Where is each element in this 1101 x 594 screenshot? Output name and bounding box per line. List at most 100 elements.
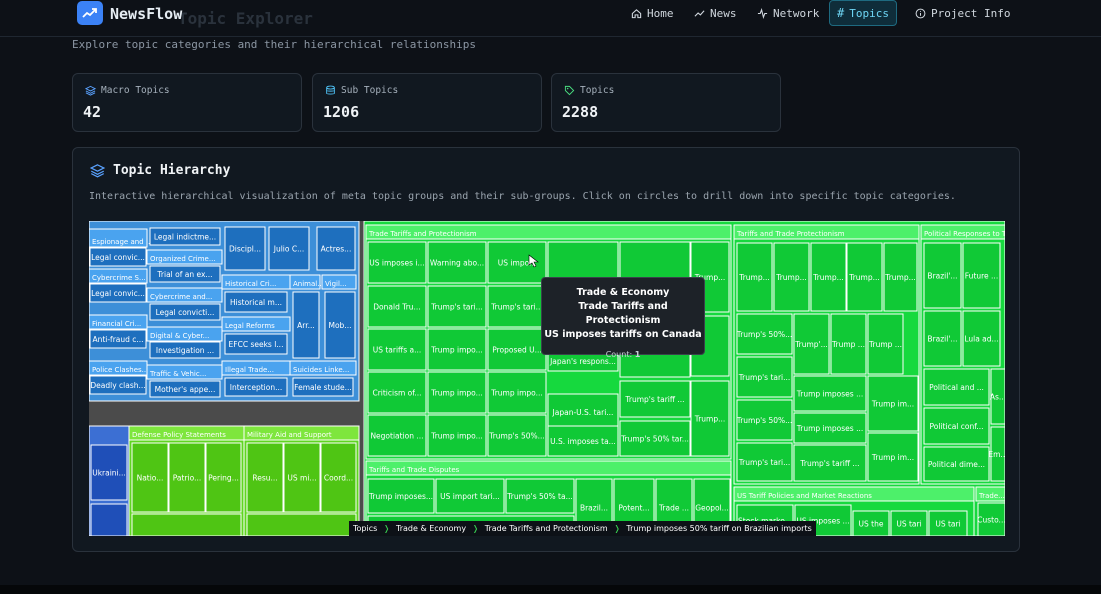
treemap-cell-label: Trump imposes... <box>368 492 433 501</box>
stat-value: 1206 <box>323 103 360 121</box>
treemap-cell-label: Trump impo... <box>430 346 483 355</box>
treemap-group-label: Military Aid and Support <box>247 431 332 439</box>
treemap-cell-label: US import tari... <box>440 492 500 501</box>
top-nav: Topic Explorer NewsFlow Home News Networ… <box>0 0 1101 37</box>
treemap-cell-label: US imposes i... <box>369 259 424 268</box>
treemap-cell-label: Trump... <box>694 415 726 424</box>
treemap-cell-label: Trump ... <box>868 340 902 349</box>
treemap-cell-label: Trump... <box>884 273 916 282</box>
treemap-group-label: Suicides Linke... <box>293 366 349 374</box>
treemap-cell-label: Trump's 50%... <box>736 330 793 339</box>
treemap-cell-label: Political dime... <box>928 460 985 469</box>
treemap-cell-label: Proposed U... <box>492 346 542 355</box>
tooltip-line2: Trade Tariffs and Protectionism <box>578 301 668 326</box>
treemap-group-label: Historical Cri... <box>225 280 276 288</box>
treemap-cell-label: Trial of an ex... <box>156 270 212 279</box>
treemap-group-label: Espionage and ... <box>92 238 153 246</box>
treemap-svg[interactable]: Espionage and ... Legal convic... Cybercri… <box>89 221 1005 536</box>
treemap-group-label: Tariffs and Trade Protectionism <box>736 230 845 238</box>
stat-label: Topics <box>580 85 615 96</box>
treemap-cell[interactable] <box>131 513 242 536</box>
treemap-cell-label: Potent... <box>618 504 649 513</box>
nav-topics[interactable]: # Topics <box>829 0 897 26</box>
treemap-cell-label: Trump im... <box>871 400 914 409</box>
tooltip-line3: US imposes tariffs on Canada <box>544 329 702 340</box>
treemap-cell-label: Coord... <box>324 474 353 483</box>
treemap-cell-label: Trump's tari... <box>738 458 791 467</box>
treemap-cell-label: Trump's tari... <box>490 303 543 312</box>
treemap-cell-label: Future ... <box>965 272 998 281</box>
treemap-group-label: Organized Crime... <box>150 255 216 263</box>
treemap-cell-label: Lula ad... <box>964 335 998 344</box>
stat-label: Sub Topics <box>341 85 399 96</box>
breadcrumb[interactable]: Topics ❭ Trade & Economy ❭ Trade Tariffs… <box>349 521 816 536</box>
treemap-cell[interactable] <box>246 513 357 536</box>
nav-home[interactable]: Home <box>624 0 681 26</box>
treemap-cell-label: Brazil... <box>580 504 608 513</box>
treemap-cell-label: Negotiation ... <box>370 432 423 441</box>
logo-icon[interactable] <box>77 1 103 25</box>
stat-card-topics: Topics 2288 <box>551 73 781 132</box>
panel-description: Interactive hierarchical visualization o… <box>89 191 956 202</box>
topic-hierarchy-panel: Topic Hierarchy Interactive hierarchical… <box>72 147 1020 552</box>
treemap-cell-label: Trump's 50% tar... <box>620 435 689 444</box>
tooltip-count-value: 1 <box>634 350 641 359</box>
treemap-cell-label: Pering... <box>208 474 239 483</box>
treemap-cell-label: Deadly clash... <box>90 381 145 390</box>
treemap-cell-label: Discipl... <box>229 245 261 254</box>
treemap-cell-label: Trump's tari... <box>430 303 483 312</box>
info-icon <box>915 8 926 18</box>
treemap-cell-label: Trump imposes ... <box>796 390 863 399</box>
treemap-cell[interactable] <box>90 503 128 536</box>
treemap-cell-label: Japan-U.S. tari... <box>552 408 614 417</box>
treemap-cell-label: Em... <box>988 450 1005 459</box>
activity-icon <box>757 7 768 19</box>
stat-card-macro-topics: Macro Topics 42 <box>72 73 302 132</box>
treemap-cell-label: Julio C... <box>273 245 305 254</box>
nav-network[interactable]: Network <box>750 0 826 26</box>
tooltip-count: Count: 1 <box>542 350 704 359</box>
breadcrumb-separator-icon: ❭ <box>613 524 621 533</box>
treemap-cell-label: US tari <box>935 520 960 529</box>
treemap-cell-label: Trump... <box>775 273 807 282</box>
treemap-visualization[interactable]: Espionage and ... Legal convic... Cybercri… <box>89 221 1005 536</box>
treemap-cell-label: Legal convic... <box>91 253 145 262</box>
treemap-cell-label: Brazil'... <box>927 272 957 281</box>
breadcrumb-item[interactable]: Trade Tariffs and Protectionism <box>485 524 608 533</box>
breadcrumb-item[interactable]: Topics <box>353 524 377 533</box>
treemap-group-label: Digital & Cyber... <box>150 332 209 340</box>
treemap-cell-label: As... <box>990 393 1005 402</box>
nav-project-info[interactable]: Project Info <box>908 0 1017 26</box>
breadcrumb-item[interactable]: Trade & Economy <box>396 524 466 533</box>
treemap-cell-label: Trump's 50% ta... <box>506 492 572 501</box>
breadcrumb-item[interactable]: Trump imposes 50% tariff on Brazilian im… <box>626 524 811 533</box>
nav-home-label: Home <box>647 6 674 20</box>
treemap-group-label: Political Responses to T... <box>924 230 1005 238</box>
treemap-cell-label: Trump im... <box>871 453 914 462</box>
treemap-cell-label: Trump imposes ... <box>796 424 863 433</box>
nav-project-info-label: Project Info <box>931 6 1011 20</box>
treemap-group-label: Financial Cri... <box>92 320 141 328</box>
database-icon <box>326 85 335 95</box>
treemap-cell-label: US mi... <box>287 474 316 483</box>
treemap-cell-label: Trump ... <box>831 340 865 349</box>
treemap-cell-label: Brazil'... <box>927 335 957 344</box>
treemap-cell-label: Mob... <box>329 321 352 330</box>
nav-news-label: News <box>710 6 737 20</box>
treemap-cell-label: US tariffs a... <box>373 346 422 355</box>
treemap-cell-label: US tari <box>896 520 921 529</box>
stat-value: 2288 <box>562 103 599 121</box>
brand-name[interactable]: NewsFlow <box>110 5 182 23</box>
treemap-cell-label: Arr... <box>297 321 315 330</box>
page-footer <box>0 585 1101 594</box>
panel-title: Topic Hierarchy <box>113 163 231 178</box>
treemap-cell-label: Resu... <box>252 474 277 483</box>
nav-news[interactable]: News <box>687 0 744 26</box>
layers-icon <box>85 85 96 96</box>
stat-card-sub-topics: Sub Topics 1206 <box>312 73 542 132</box>
treemap-cell-label: Female stude... <box>294 383 352 392</box>
treemap-cell-label: Legal convic... <box>91 289 145 298</box>
treemap-cell-label: Political conf... <box>930 422 984 431</box>
treemap-group-label: Traffic & Vehic... <box>149 370 206 378</box>
treemap-cell-label: Trump'... <box>794 340 828 349</box>
